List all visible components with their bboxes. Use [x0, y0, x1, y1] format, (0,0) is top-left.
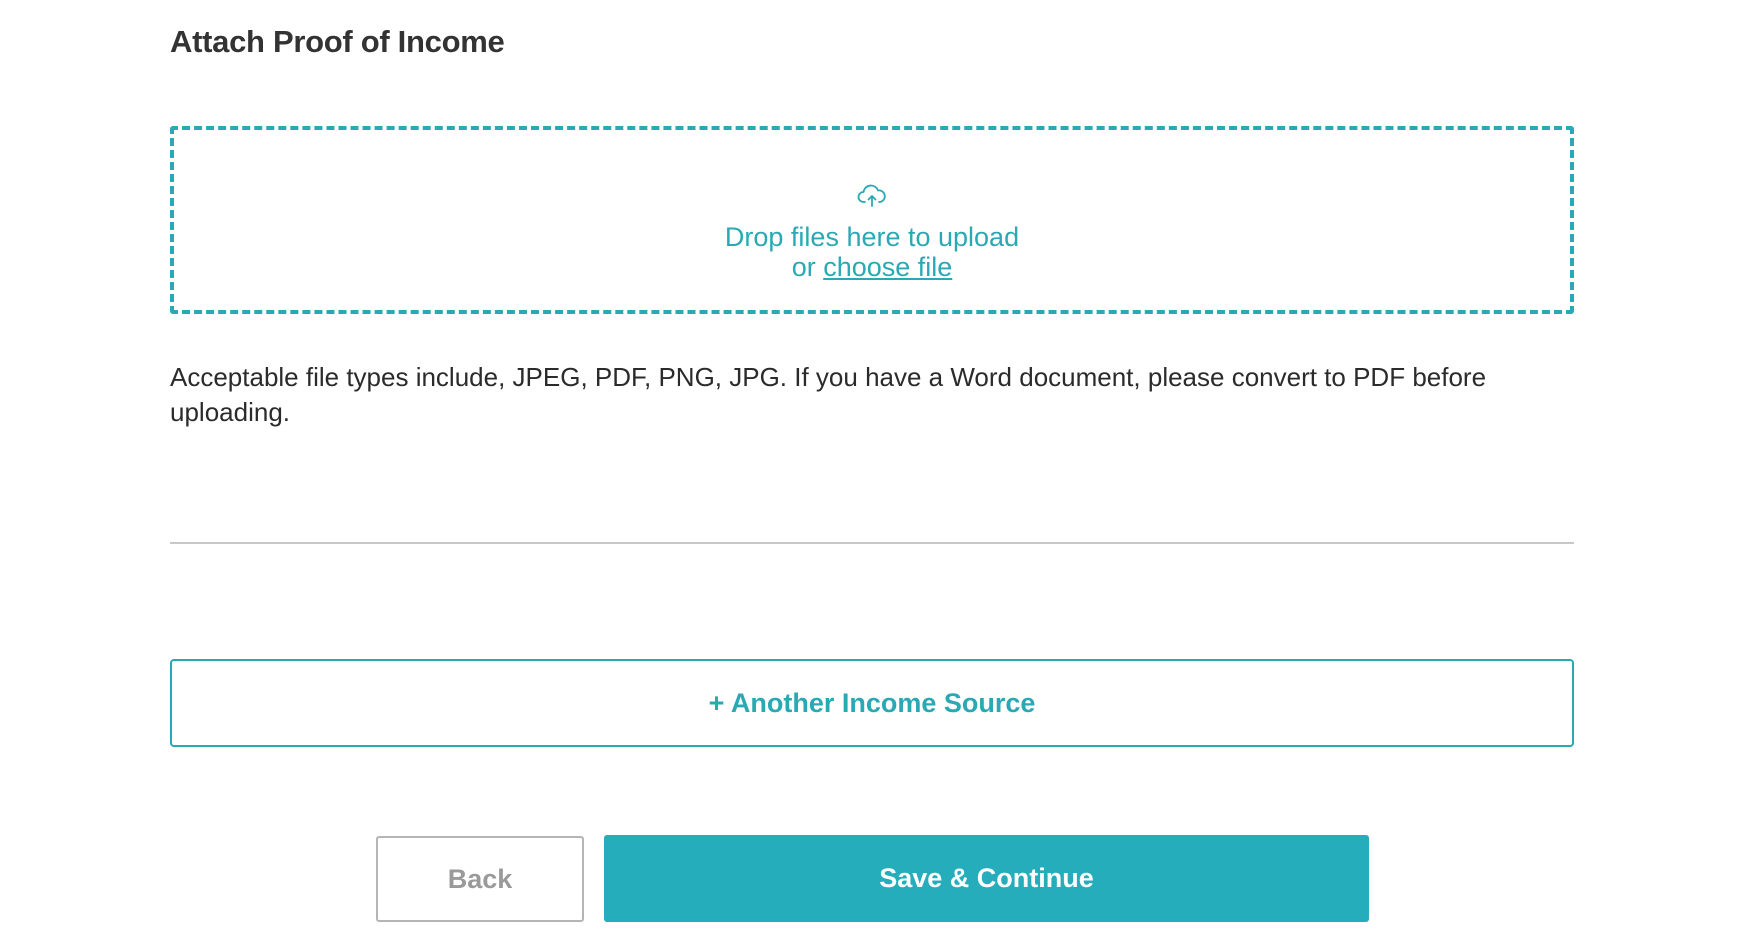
- file-types-note: Acceptable file types include, JPEG, PDF…: [170, 362, 1487, 427]
- section-title: Attach Proof of Income: [170, 24, 505, 59]
- back-button[interactable]: Back: [376, 836, 584, 922]
- file-dropzone[interactable]: Drop files here to upload or choose file: [170, 126, 1574, 314]
- choose-file-link[interactable]: choose file: [823, 252, 952, 282]
- section-divider: [170, 542, 1574, 544]
- add-income-source-button[interactable]: + Another Income Source: [170, 659, 1574, 747]
- cloud-upload-icon: [857, 184, 886, 207]
- save-continue-button[interactable]: Save & Continue: [604, 835, 1369, 922]
- dropzone-instruction: Drop files here to upload: [724, 222, 1020, 252]
- dropzone-alt-line: or choose file: [174, 252, 1570, 283]
- dropzone-or-text: or: [791, 252, 824, 282]
- income-upload-page: Attach Proof of Income Drop files here t…: [0, 0, 1762, 938]
